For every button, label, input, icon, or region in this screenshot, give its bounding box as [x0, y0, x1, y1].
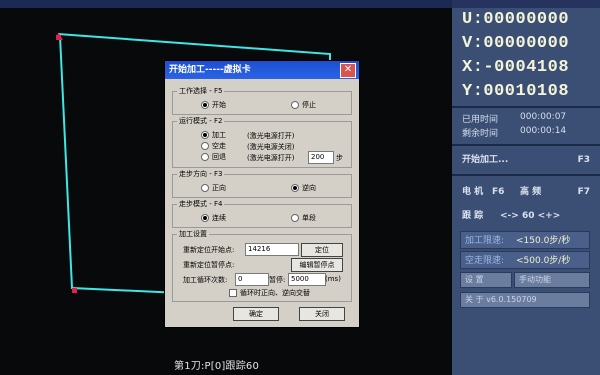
run-process-note: (激光电源打开) [247, 132, 295, 140]
track-label: 跟 踪 [462, 211, 484, 221]
close-icon[interactable]: ✕ [340, 63, 356, 78]
close-button[interactable]: 关闭 [299, 307, 345, 321]
process-speed-label: 加工限速: [465, 236, 505, 246]
work-start-radio[interactable]: 开始 [201, 100, 226, 110]
coord-x: X:-0004108 [462, 58, 570, 77]
divider [452, 144, 600, 146]
run-mode-title: 运行模式 - F2 [177, 116, 225, 126]
alternate-direction-checkbox[interactable]: 循环时正向、逆向交替 [229, 288, 310, 298]
run-idle-note: (激光电源关闭) [247, 143, 295, 151]
remain-time-label: 剩余时间 [462, 129, 499, 139]
used-time-value: 000:00:07 [520, 112, 567, 122]
motor-toggle[interactable]: 电 机 F6 高 频 F7 [452, 182, 600, 202]
coord-u: U:00000000 [462, 10, 570, 29]
start-process-dialog: 开始加工-----虚拟卡 ✕ 工作选择 - F5 开始 停止 运行模式 - F2… [164, 60, 360, 328]
remain-time-value: 000:00:14 [520, 126, 567, 136]
pause-unit: (ms) [325, 275, 341, 283]
reposition-start-input[interactable]: 14216 [245, 243, 299, 256]
start-process-label: 开始加工... [462, 155, 509, 165]
idle-speed-label: 空走限速: [465, 256, 505, 266]
process-speed-limit[interactable]: 加工限速: <150.0步/秒 [460, 231, 590, 249]
run-back-radio[interactable]: 回退 [201, 152, 226, 162]
screen: 第1刀:P[0]跟踪60 U:00000000 V:00000000 X:-00… [0, 0, 600, 375]
loop-count-label: 加工循环次数: [183, 276, 228, 284]
loop-count-input[interactable]: 0 [235, 273, 269, 286]
start-process-key: F3 [577, 155, 590, 165]
run-mode-group: 运行模式 - F2 加工 (激光电源打开) 空走 (激光电源关闭) 回退 (激光… [172, 116, 352, 168]
idle-speed-limit[interactable]: 空走限速: <500.0步/秒 [460, 251, 590, 269]
reposition-start-label: 重新定位开始点: [183, 246, 235, 254]
run-idle-radio[interactable]: 空走 [201, 141, 226, 151]
coordinate-display: U:00000000 V:00000000 X:-0004108 Y:00010… [456, 8, 596, 104]
manual-function-button[interactable]: 手动功能 [514, 272, 590, 288]
high-freq-label: 高 频 [520, 187, 542, 197]
run-back-note: (激光电源打开) [247, 154, 295, 162]
control-panel: U:00000000 V:00000000 X:-0004108 Y:00010… [452, 8, 600, 375]
step-mode-group: 走步模式 - F4 连续 单段 [172, 199, 352, 228]
step-mode-title: 走步模式 - F4 [177, 199, 225, 209]
used-time-label: 已用时间 [462, 115, 499, 125]
divider [452, 106, 600, 108]
direction-reverse-radio[interactable]: 逆向 [291, 183, 316, 193]
ok-button[interactable]: 确定 [233, 307, 279, 321]
back-steps-input[interactable]: 200 [308, 151, 334, 164]
direction-forward-radio[interactable]: 正向 [201, 183, 226, 193]
process-settings-group: 加工设置 重新定位开始点: 14216 定位 重新定位暂停点: 编辑暂停点 加工… [172, 229, 352, 302]
end-marker [72, 288, 77, 293]
edit-pause-button[interactable]: 编辑暂停点 [291, 258, 343, 272]
locate-button[interactable]: 定位 [301, 243, 343, 257]
work-select-title: 工作选择 - F5 [177, 86, 225, 96]
pause-input[interactable]: 5000 [288, 273, 326, 286]
start-marker [56, 35, 61, 40]
start-process-button[interactable]: 开始加工... F3 [452, 150, 600, 170]
top-bar [0, 0, 452, 8]
track-row[interactable]: 跟 踪 <-> 60 <+> [452, 206, 600, 226]
used-time: 已用时间 000:00:07 [462, 112, 597, 125]
status-knife: 第1刀:P[0]跟踪60 [174, 361, 260, 372]
work-stop-radio[interactable]: 停止 [291, 100, 316, 110]
about-button[interactable]: 关 于 v6.0.150709 [460, 292, 590, 308]
divider [452, 174, 600, 176]
coord-y: Y:00010108 [462, 82, 570, 101]
coord-v: V:00000000 [462, 34, 570, 53]
dialog-title: 开始加工-----虚拟卡 [165, 61, 359, 79]
process-settings-title: 加工设置 [177, 229, 209, 239]
step-direction-title: 走步方向 - F3 [177, 169, 225, 179]
remain-time: 剩余时间 000:00:14 [462, 126, 597, 139]
process-speed-value: <150.0步/秒 [516, 236, 571, 246]
step-direction-group: 走步方向 - F3 正向 逆向 [172, 169, 352, 198]
track-value: <-> 60 <+> [500, 211, 561, 221]
steps-unit: 步 [336, 154, 343, 162]
pause-label: 暂停: [269, 276, 286, 284]
settings-button[interactable]: 设 置 [460, 272, 512, 288]
high-freq-key: F7 [577, 187, 590, 197]
motor-key: F6 [492, 187, 505, 197]
mode-single-radio[interactable]: 单段 [291, 213, 316, 223]
mode-continuous-radio[interactable]: 连续 [201, 213, 226, 223]
idle-speed-value: <500.0步/秒 [516, 256, 571, 266]
top-bar-right [452, 0, 600, 8]
reposition-pause-label: 重新定位暂停点: [183, 261, 235, 269]
run-process-radio[interactable]: 加工 [201, 130, 226, 140]
work-select-group: 工作选择 - F5 开始 停止 [172, 86, 352, 115]
motor-label: 电 机 [462, 187, 484, 197]
